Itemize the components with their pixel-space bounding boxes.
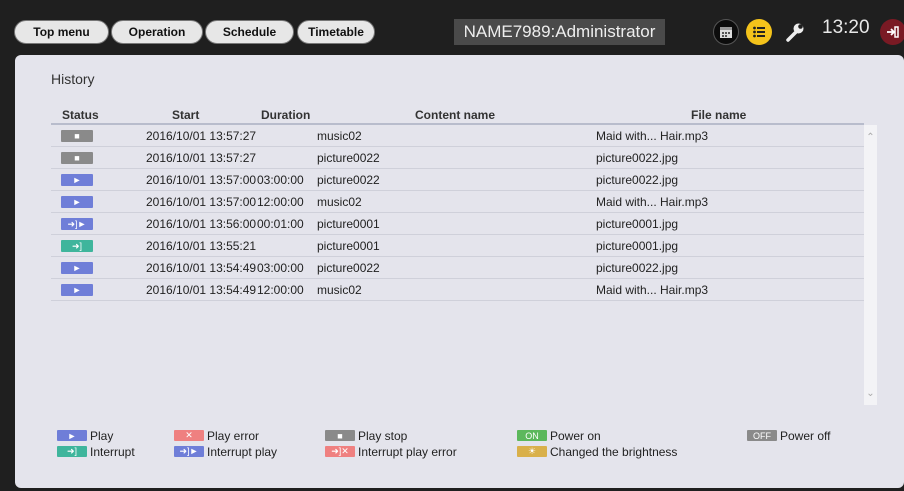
legend-label: Play bbox=[90, 428, 114, 443]
cell-duration: 12:00:00 bbox=[257, 195, 304, 209]
legend-interrupt-play-error: ➜]✕ Interrupt play error bbox=[325, 444, 457, 459]
interrupt-error-icon: ➜]✕ bbox=[325, 446, 355, 457]
cell-file-name: Maid with... Hair.mp3 bbox=[596, 195, 709, 209]
cell-start: 2016/10/01 13:54:49 bbox=[146, 261, 257, 275]
wrench-icon[interactable] bbox=[782, 19, 808, 45]
page-title: History bbox=[51, 71, 95, 87]
table-row[interactable]: ■ 2016/10/01 13:57:27 picture0022 picture00… bbox=[51, 147, 864, 169]
legend-play-error: ✕ Play error bbox=[174, 428, 260, 443]
cell-duration: 12:00:00 bbox=[257, 283, 304, 297]
cell-content-name: music02 bbox=[317, 283, 362, 297]
cell-content-name: picture0022 bbox=[317, 261, 380, 275]
user-name-display: NAME7989:Administrator bbox=[454, 19, 665, 45]
column-header-duration: Duration bbox=[261, 108, 311, 122]
brightness-icon: ☀ bbox=[517, 446, 547, 457]
clock: 13:20 bbox=[822, 17, 870, 38]
scroll-down-icon[interactable]: ⌄ bbox=[866, 389, 875, 399]
calendar-icon[interactable] bbox=[713, 19, 739, 45]
table-row[interactable]: ► 2016/10/01 13:57:00 12:00:00 music02 Maid … bbox=[51, 191, 864, 213]
interrupt-icon: ➜] bbox=[61, 240, 93, 252]
power-off-icon: OFF bbox=[747, 430, 777, 441]
legend-label: Interrupt bbox=[90, 444, 135, 459]
table-scrollbar[interactable]: ⌃ ⌄ bbox=[864, 125, 877, 405]
legend-interrupt: ➜] Interrupt bbox=[57, 444, 135, 459]
cell-start: 2016/10/01 13:57:27 bbox=[146, 151, 257, 165]
table-row[interactable]: ➜] 2016/10/01 13:55:21 picture0001 picture0… bbox=[51, 235, 864, 257]
legend-label: Power off bbox=[780, 428, 831, 443]
column-header-content-name: Content name bbox=[415, 108, 496, 122]
cell-duration: 03:00:00 bbox=[257, 261, 304, 275]
legend-play: ► Play bbox=[57, 428, 114, 443]
play-icon: ► bbox=[61, 174, 93, 186]
cell-file-name: Maid with... Hair.mp3 bbox=[596, 283, 709, 297]
legend-label: Power on bbox=[550, 428, 601, 443]
cell-start: 2016/10/01 13:57:00 bbox=[146, 173, 257, 187]
cell-file-name: picture0001.jpg bbox=[596, 217, 679, 231]
top-menu-button[interactable]: Top menu bbox=[14, 20, 109, 44]
legend-play-stop: ■ Play stop bbox=[325, 428, 408, 443]
interrupt-play-icon: ➜]► bbox=[174, 446, 204, 457]
cell-content-name: picture0001 bbox=[317, 217, 380, 231]
error-icon: ✕ bbox=[174, 430, 204, 441]
cell-content-name: picture0022 bbox=[317, 173, 380, 187]
interrupt-icon: ➜] bbox=[57, 446, 87, 457]
interrupt-play-icon: ➜]► bbox=[61, 218, 93, 230]
table-row[interactable]: ➜]► 2016/10/01 13:56:00 00:01:00 picture000… bbox=[51, 213, 864, 235]
legend-label: Changed the brightness bbox=[550, 444, 678, 459]
table-row[interactable]: ► 2016/10/01 13:54:49 03:00:00 picture0022 p… bbox=[51, 257, 864, 279]
top-bar: Top menu Operation Schedule Timetable NA… bbox=[0, 0, 904, 54]
play-icon: ► bbox=[61, 262, 93, 274]
legend-label: Play error bbox=[207, 428, 260, 443]
legend-changed-brightness: ☀ Changed the brightness bbox=[517, 444, 678, 459]
cell-start: 2016/10/01 13:57:00 bbox=[146, 195, 257, 209]
cell-content-name: music02 bbox=[317, 129, 362, 143]
cell-file-name: picture0022.jpg bbox=[596, 151, 679, 165]
legend-interrupt-play: ➜]► Interrupt play bbox=[174, 444, 278, 459]
legend-power-off: OFF Power off bbox=[747, 428, 831, 443]
cell-file-name: picture0001.jpg bbox=[596, 239, 679, 253]
legend-label: Interrupt play error bbox=[358, 444, 457, 459]
legend-label: Interrupt play bbox=[207, 444, 278, 459]
stop-icon: ■ bbox=[325, 430, 355, 441]
play-icon: ► bbox=[61, 196, 93, 208]
table-row[interactable]: ■ 2016/10/01 13:57:27 music02 Maid with... … bbox=[51, 125, 864, 147]
legend-label: Play stop bbox=[358, 428, 408, 443]
schedule-button[interactable]: Schedule bbox=[205, 20, 294, 44]
play-icon: ► bbox=[61, 284, 93, 296]
cell-file-name: picture0022.jpg bbox=[596, 173, 679, 187]
column-header-status: Status bbox=[62, 108, 99, 122]
table-row[interactable]: ► 2016/10/01 13:54:49 12:00:00 music02 Maid … bbox=[51, 279, 864, 301]
legend-power-on: ON Power on bbox=[517, 428, 601, 443]
cell-file-name: Maid with... Hair.mp3 bbox=[596, 129, 709, 143]
column-header-file-name: File name bbox=[691, 108, 747, 122]
table-row[interactable]: ► 2016/10/01 13:57:00 03:00:00 picture0022 p… bbox=[51, 169, 864, 191]
logout-icon[interactable] bbox=[880, 19, 904, 45]
column-header-start: Start bbox=[172, 108, 200, 122]
history-panel: History Status Start Duration Content na… bbox=[15, 55, 904, 488]
cell-duration: 00:01:00 bbox=[257, 217, 304, 231]
cell-file-name: picture0022.jpg bbox=[596, 261, 679, 275]
cell-content-name: music02 bbox=[317, 195, 362, 209]
list-icon[interactable] bbox=[746, 19, 772, 45]
power-on-icon: ON bbox=[517, 430, 547, 441]
cell-content-name: picture0001 bbox=[317, 239, 380, 253]
cell-start: 2016/10/01 13:55:21 bbox=[146, 239, 257, 253]
cell-content-name: picture0022 bbox=[317, 151, 380, 165]
stop-icon: ■ bbox=[61, 130, 93, 142]
cell-start: 2016/10/01 13:54:49 bbox=[146, 283, 257, 297]
cell-duration: 03:00:00 bbox=[257, 173, 304, 187]
operation-button[interactable]: Operation bbox=[111, 20, 203, 44]
cell-start: 2016/10/01 13:57:27 bbox=[146, 129, 257, 143]
cell-start: 2016/10/01 13:56:00 bbox=[146, 217, 257, 231]
history-table-body: ■ 2016/10/01 13:57:27 music02 Maid with... … bbox=[51, 125, 864, 405]
stop-icon: ■ bbox=[61, 152, 93, 164]
play-icon: ► bbox=[57, 430, 87, 441]
timetable-button[interactable]: Timetable bbox=[297, 20, 375, 44]
scroll-up-icon[interactable]: ⌃ bbox=[866, 133, 875, 143]
